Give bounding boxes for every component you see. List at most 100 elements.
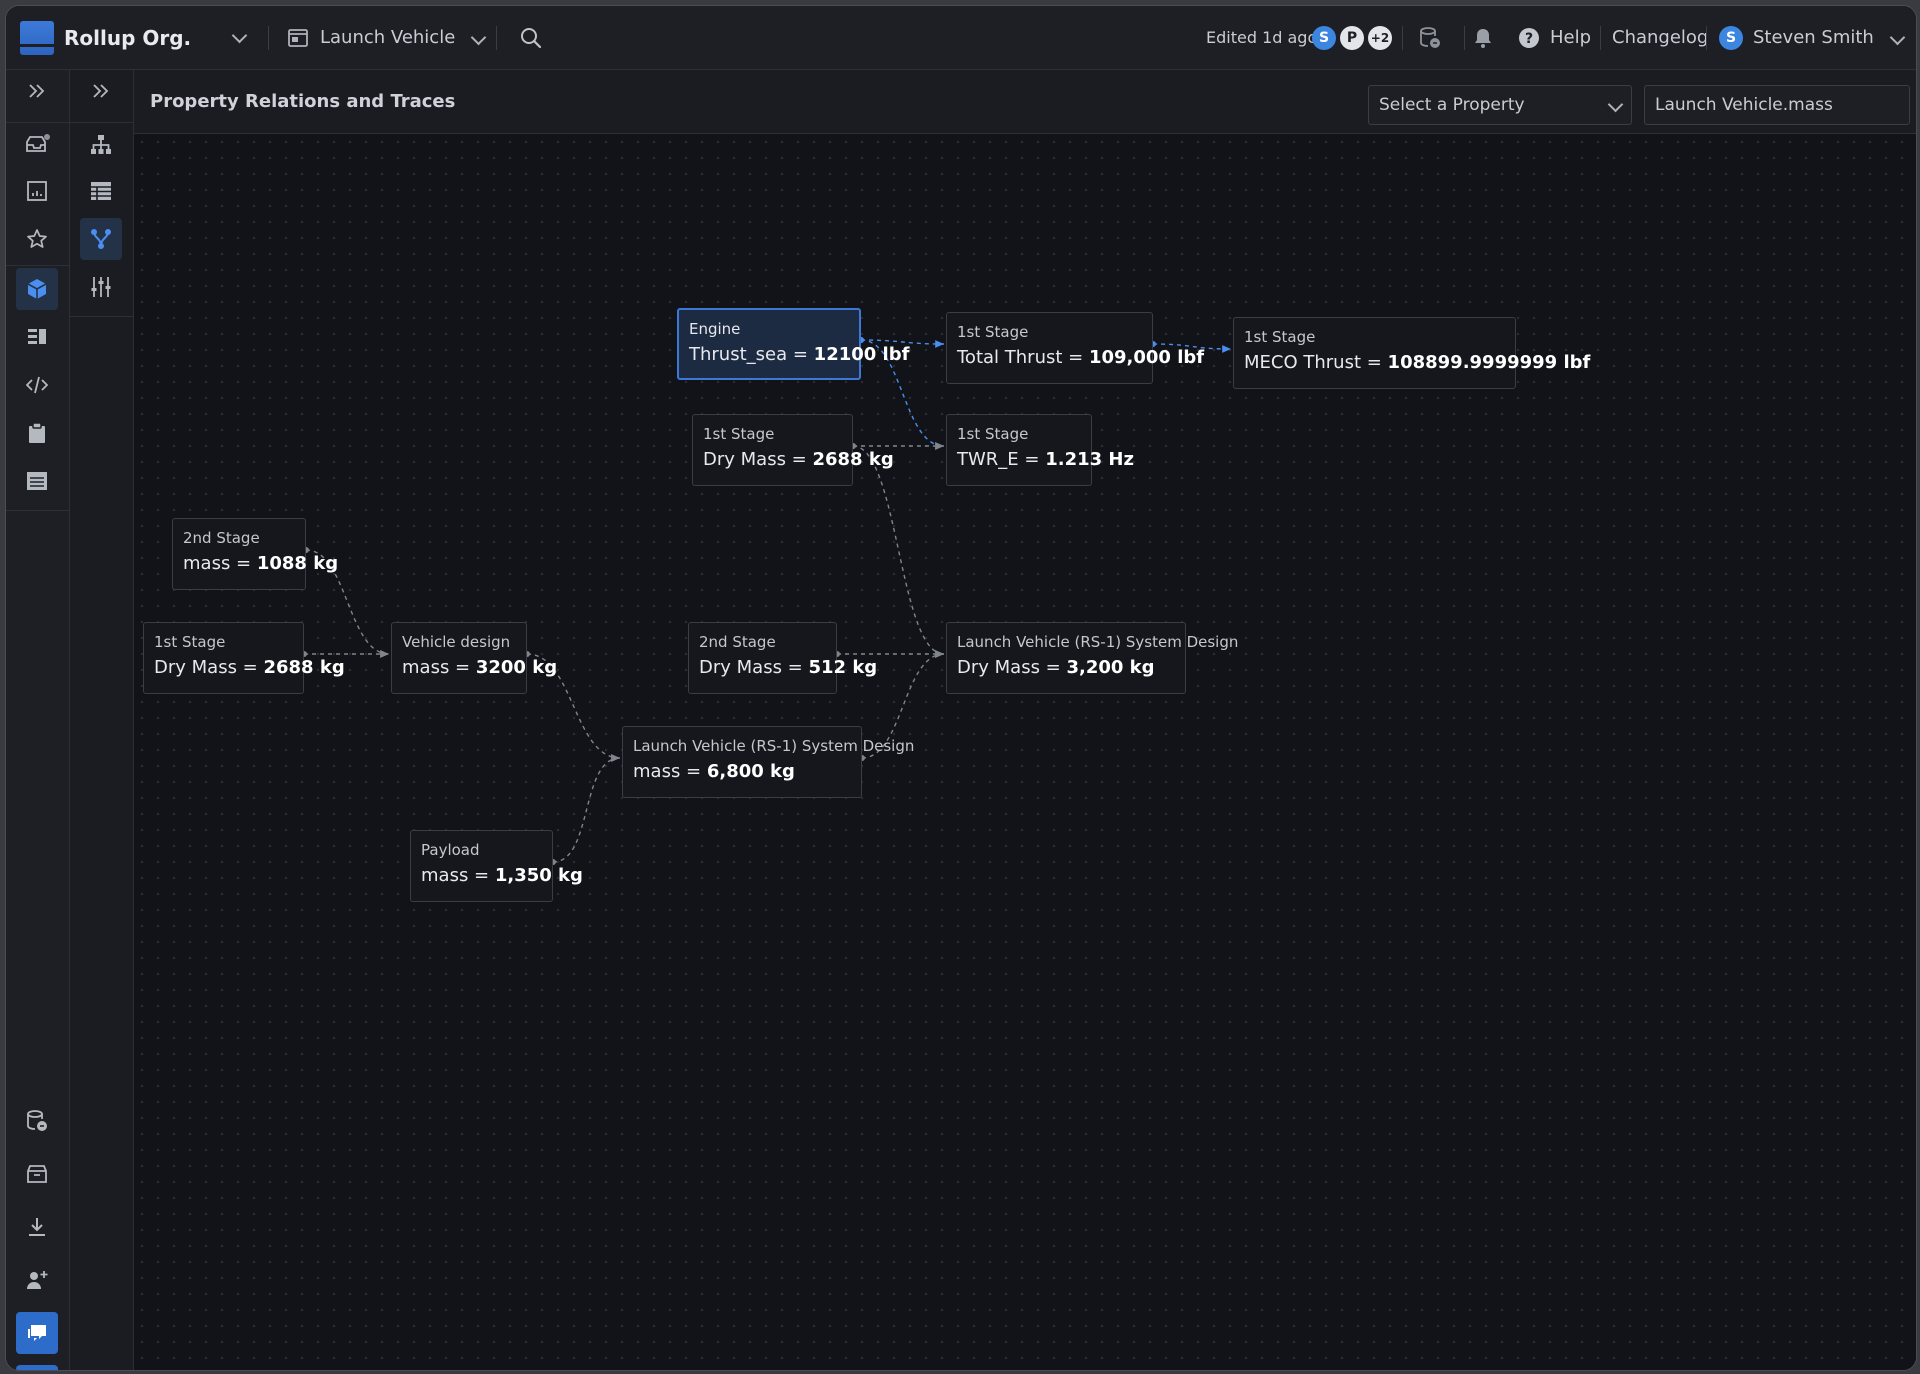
node-expression: Total Thrust = 109,000 lbf xyxy=(957,347,1204,369)
node-expression: mass = 1088 kg xyxy=(183,553,338,575)
sync-database-button[interactable] xyxy=(1418,6,1442,69)
table-view-button[interactable] xyxy=(80,170,122,212)
primary-sidebar xyxy=(6,70,70,1370)
property-node-stage2-mass[interactable]: 2nd Stage mass = 1088 kg xyxy=(172,518,338,590)
node-equals: = xyxy=(787,344,814,365)
expand-panel-button[interactable] xyxy=(80,70,122,112)
node-owner: Vehicle design xyxy=(402,633,511,651)
top-bar: Rollup Org. Launch Vehicle Edited 1d ago… xyxy=(6,6,1916,70)
node-equals: = xyxy=(449,657,476,678)
collaborator-avatar[interactable]: P xyxy=(1340,25,1364,50)
parameters-button[interactable] xyxy=(80,266,122,308)
notifications-button[interactable] xyxy=(1472,6,1494,69)
download-icon xyxy=(29,1218,45,1236)
property-node-payload-mass[interactable]: Payload mass = 1,350 kg xyxy=(410,830,583,902)
relations-view-button[interactable] xyxy=(80,218,122,260)
clipboard-button[interactable] xyxy=(16,412,58,454)
app-window: Rollup Org. Launch Vehicle Edited 1d ago… xyxy=(5,5,1917,1371)
invite-user-button[interactable] xyxy=(16,1259,58,1301)
workspace-chevron-icon xyxy=(471,27,487,48)
cube-icon xyxy=(27,279,47,299)
property-node-stage1-meco[interactable]: 1st Stage MECO Thrust = 108899.9999999 lb… xyxy=(1233,317,1590,389)
clipboard-icon xyxy=(29,422,45,443)
catalog-button[interactable] xyxy=(16,460,58,502)
contact-button[interactable] xyxy=(16,1365,58,1370)
relations-canvas[interactable]: Engine Thrust_sea = 12100 lbf 1st Stage Tot… xyxy=(134,134,1916,1370)
requirements-button[interactable] xyxy=(16,316,58,358)
node-expression: MECO Thrust = 108899.9999999 lbf xyxy=(1244,352,1590,374)
bell-icon xyxy=(1475,28,1491,48)
node-value: 6,800 kg xyxy=(706,761,795,782)
node-owner: Launch Vehicle (RS-1) System Design xyxy=(633,737,915,755)
help-button[interactable]: ? Help xyxy=(1518,6,1591,69)
add-user-icon xyxy=(27,1271,48,1289)
code-button[interactable] xyxy=(16,364,58,406)
node-property-name: Dry Mass xyxy=(699,657,782,678)
changelog-link[interactable]: Changelog xyxy=(1612,6,1708,69)
property-node-lv-drymass[interactable]: Launch Vehicle (RS-1) System Design Dry M… xyxy=(946,622,1238,694)
selected-property-field[interactable]: Launch Vehicle.mass xyxy=(1644,85,1910,125)
property-node-stage1-drymass-a[interactable]: 1st Stage Dry Mass = 2688 kg xyxy=(692,414,894,486)
node-owner: 1st Stage xyxy=(154,633,226,651)
table-icon xyxy=(91,182,111,200)
feedback-button[interactable] xyxy=(16,1312,58,1354)
node-value: 2688 kg xyxy=(812,449,894,470)
requirements-icon xyxy=(28,329,46,344)
chevron-down-icon xyxy=(1607,95,1624,115)
node-property-name: mass xyxy=(402,657,450,678)
node-equals: = xyxy=(236,657,264,678)
node-equals: = xyxy=(781,657,809,678)
org-logo-icon xyxy=(20,20,54,55)
user-menu-chevron-icon xyxy=(1889,27,1906,48)
expand-sidebar-button[interactable] xyxy=(16,70,58,112)
search-button[interactable] xyxy=(520,6,542,69)
workspace-switcher[interactable]: Launch Vehicle xyxy=(288,6,487,69)
collaborator-avatar[interactable]: S xyxy=(1312,25,1336,50)
org-dropdown-chevron-icon[interactable] xyxy=(231,6,248,69)
tree-view-button[interactable] xyxy=(80,124,122,166)
fork-icon xyxy=(91,229,111,249)
property-node-stage1-twr[interactable]: 1st Stage TWR_E = 1.213 Hz xyxy=(946,414,1134,486)
node-property-name: mass xyxy=(633,761,681,782)
dashboard-button[interactable] xyxy=(16,170,58,212)
node-property-name: TWR_E xyxy=(957,449,1019,470)
sliders-icon xyxy=(91,277,111,297)
double-chevron-right-icon xyxy=(93,84,109,98)
node-expression: mass = 3200 kg xyxy=(402,657,557,679)
double-chevron-right-icon xyxy=(29,84,45,98)
org-switcher[interactable]: Rollup Org. xyxy=(20,6,191,69)
secondary-sidebar xyxy=(70,70,134,1370)
chat-icon xyxy=(28,1325,46,1341)
node-equals: = xyxy=(230,553,257,574)
node-property-name: mass xyxy=(421,865,469,886)
modeling-button[interactable] xyxy=(16,268,58,310)
node-value: 1,350 kg xyxy=(494,865,583,886)
node-expression: Thrust_sea = 12100 lbf xyxy=(689,344,909,366)
collaborator-avatar[interactable]: +2 xyxy=(1368,25,1392,50)
dashboard-icon xyxy=(27,181,47,201)
node-value: 108899.9999999 lbf xyxy=(1387,352,1591,373)
property-node-stage1-total-thrust[interactable]: 1st Stage Total Thrust = 109,000 lbf xyxy=(946,312,1204,384)
store-button[interactable] xyxy=(16,1153,58,1195)
property-node-stage2-drymass[interactable]: 2nd Stage Dry Mass = 512 kg xyxy=(688,622,877,694)
property-node-lv-mass[interactable]: Launch Vehicle (RS-1) System Design mass … xyxy=(622,726,915,798)
property-select[interactable]: Select a Property xyxy=(1368,85,1632,125)
user-menu[interactable]: S Steven Smith xyxy=(1719,6,1906,69)
node-owner: 1st Stage xyxy=(957,323,1029,341)
property-node-stage1-drymass-b[interactable]: 1st Stage Dry Mass = 2688 kg xyxy=(143,622,345,694)
edge-stage1-drymass-a-to-lv-drymass xyxy=(852,445,945,658)
data-sources-button[interactable] xyxy=(16,1100,58,1142)
store-icon xyxy=(27,1165,47,1183)
property-node-vehicle-design-mass[interactable]: Vehicle design mass = 3200 kg xyxy=(391,622,557,694)
favorites-button[interactable] xyxy=(16,218,58,260)
panel-header: Property Relations and Traces Select a P… xyxy=(134,70,1916,134)
user-name: Steven Smith xyxy=(1753,27,1874,48)
node-property-name: Dry Mass xyxy=(703,449,786,470)
download-button[interactable] xyxy=(16,1206,58,1248)
database-sync-icon xyxy=(27,1110,47,1131)
inbox-button[interactable] xyxy=(16,124,58,166)
property-node-engine-thrust[interactable]: Engine Thrust_sea = 12100 lbf xyxy=(677,308,909,380)
selected-property-value: Launch Vehicle.mass xyxy=(1655,95,1833,115)
collaborator-avatars[interactable]: S P +2 xyxy=(1312,6,1392,69)
node-property-name: Total Thrust xyxy=(957,347,1063,368)
